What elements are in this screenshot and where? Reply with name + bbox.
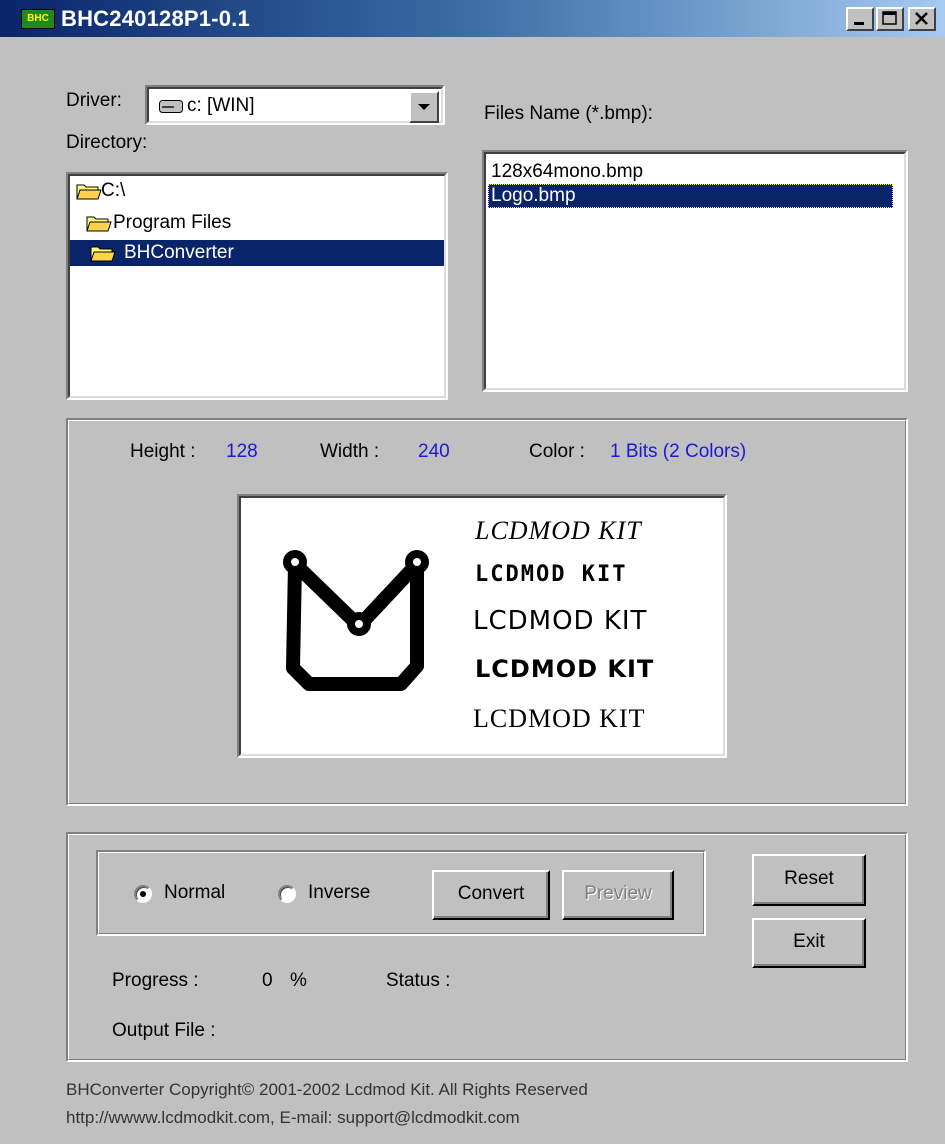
app-icon: BHC (21, 9, 55, 29)
image-preview: LCDMOD KIT LCDMOD KIT LCDMOD KIT LCDMOD … (237, 494, 727, 758)
preview-text-serif: LCDMOD KIT (473, 704, 646, 733)
height-value: 128 (226, 441, 258, 462)
inverse-label[interactable]: Inverse (308, 882, 370, 904)
driver-value: c: [WIN] (187, 95, 255, 116)
color-label: Color : (529, 441, 585, 462)
height-label: Height : (130, 441, 196, 462)
maximize-icon (882, 11, 897, 25)
window-title: BHC240128P1-0.1 (61, 6, 250, 31)
files-list[interactable]: 128x64mono.bmp Logo.bmp (482, 150, 908, 392)
close-icon (915, 12, 928, 25)
directory-item-bhconverter[interactable]: BHConverter (70, 240, 444, 266)
status-label: Status : (386, 970, 451, 991)
progress-unit: % (290, 970, 307, 991)
preview-text-bitmap: LCDMOD KIT (475, 562, 628, 587)
width-value: 240 (418, 441, 450, 462)
driver-dropdown-button[interactable] (409, 91, 439, 123)
preview-button[interactable]: Preview (562, 870, 674, 920)
minimize-button[interactable] (846, 7, 874, 31)
chevron-down-icon (418, 104, 430, 110)
exit-button[interactable]: Exit (752, 918, 866, 968)
color-value: 1 Bits (2 Colors) (610, 441, 747, 462)
progress-label: Progress : (112, 970, 199, 991)
directory-item-label: BHConverter (124, 242, 234, 263)
preview-text-plain: LCDMOD KIT (473, 606, 648, 636)
copyright-text: BHConverter Copyright© 2001-2002 Lcdmod … (66, 1080, 588, 1099)
normal-radio[interactable] (134, 885, 152, 903)
directory-item-label: Program Files (113, 212, 232, 233)
convert-button[interactable]: Convert (432, 870, 550, 920)
drive-icon (159, 100, 183, 113)
maximize-button[interactable] (876, 7, 904, 31)
normal-label[interactable]: Normal (164, 882, 225, 904)
file-item-selected[interactable]: Logo.bmp (488, 184, 893, 208)
open-folder-icon (76, 184, 102, 200)
reset-button[interactable]: Reset (752, 854, 866, 906)
preview-text-bold: LCDMOD KIT (475, 655, 655, 683)
contact-text: http://wwww.lcdmodkit.com, E-mail: suppo… (66, 1108, 520, 1127)
directory-item-label: C:\ (101, 180, 126, 201)
directory-list[interactable]: C:\ Program Files BHConverter (66, 172, 448, 400)
preview-text-script: LCDMOD KIT (475, 516, 642, 545)
width-label: Width : (320, 441, 380, 462)
open-folder-icon (90, 246, 116, 262)
minimize-icon (854, 22, 864, 25)
title-bar[interactable]: BHC BHC240128P1-0.1 (0, 0, 945, 37)
files-label: Files Name (*.bmp): (484, 103, 653, 124)
progress-value: 0 (262, 970, 273, 991)
directory-label: Directory: (66, 132, 148, 153)
driver-label: Driver: (66, 90, 122, 111)
close-button[interactable] (908, 7, 936, 31)
driver-dropdown[interactable]: c: [WIN] (145, 85, 445, 125)
open-folder-icon (86, 216, 112, 232)
file-item[interactable]: 128x64mono.bmp (488, 159, 893, 185)
radio-dot (140, 891, 146, 897)
output-file-label: Output File : (112, 1020, 216, 1041)
inverse-radio[interactable] (278, 885, 296, 903)
